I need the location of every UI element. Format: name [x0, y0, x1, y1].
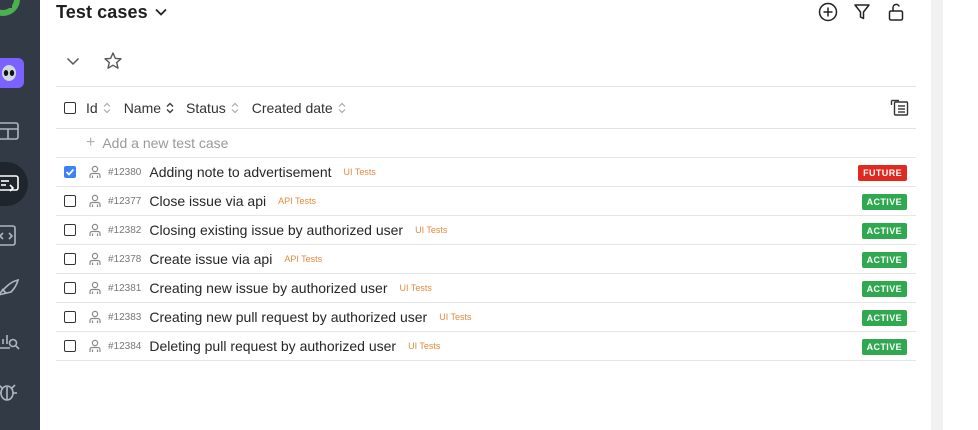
- code-test-icon[interactable]: [0, 224, 20, 246]
- side-nav: [0, 0, 40, 430]
- alien-avatar-icon[interactable]: [0, 58, 24, 88]
- case-id: #12382: [108, 224, 142, 236]
- column-status[interactable]: Status: [186, 100, 239, 116]
- manual-case-icon: [88, 281, 102, 295]
- column-name-label: Name: [123, 99, 162, 116]
- plus-icon: +: [86, 134, 96, 151]
- manual-case-icon: [88, 223, 102, 237]
- case-tag[interactable]: API Tests: [278, 196, 316, 206]
- table-row[interactable]: #12377 Close issue via api API Tests ACTIVE: [56, 187, 916, 216]
- column-name[interactable]: Name: [124, 100, 174, 116]
- table-header: Id Name Status Created date: [56, 86, 916, 129]
- row-checkbox[interactable]: [64, 340, 76, 352]
- unlock-icon[interactable]: [886, 1, 906, 23]
- filter-icon[interactable]: [852, 1, 872, 23]
- row-checkbox[interactable]: [64, 166, 76, 178]
- sort-icon: [103, 102, 111, 114]
- row-checkbox[interactable]: [64, 282, 76, 294]
- status-badge: ACTIVE: [861, 223, 907, 239]
- column-created-label: Created date: [251, 99, 333, 116]
- table-row[interactable]: #12380 Adding note to advertisement UI Tes…: [56, 158, 916, 187]
- table-row[interactable]: #12378 Create issue via api API Tests ACTIV…: [56, 245, 916, 274]
- row-checkbox[interactable]: [64, 195, 76, 207]
- manual-case-icon: [88, 194, 102, 208]
- case-tag[interactable]: UI Tests: [408, 341, 440, 351]
- status-badge: FUTURE: [858, 165, 907, 181]
- manual-case-icon: [88, 252, 102, 266]
- case-id: #12380: [108, 166, 142, 178]
- sort-icon: [231, 102, 239, 114]
- add-circle-icon[interactable]: [818, 1, 838, 23]
- select-all-checkbox[interactable]: [64, 101, 76, 114]
- column-status-label: Status: [186, 99, 226, 116]
- add-test-case-placeholder: Add a new test case: [102, 135, 229, 151]
- manual-case-icon: [88, 165, 102, 179]
- launch-rocket-icon[interactable]: [0, 277, 20, 299]
- test-cases-icon[interactable]: [0, 173, 20, 195]
- sort-icon: [338, 102, 346, 114]
- chevron-down-icon[interactable]: [154, 5, 168, 19]
- case-id: #12383: [108, 311, 142, 323]
- sort-icon: [166, 102, 174, 114]
- allure-logo-icon[interactable]: [0, 0, 20, 16]
- table-body: #12380 Adding note to advertisement UI Tes…: [56, 158, 916, 361]
- status-badge: ACTIVE: [861, 194, 907, 210]
- case-id: #12381: [108, 282, 142, 294]
- manual-case-icon: [88, 339, 102, 353]
- status-badge: ACTIVE: [861, 252, 907, 268]
- case-name[interactable]: Create issue via api: [149, 251, 272, 267]
- manual-case-icon: [88, 310, 102, 324]
- case-tag[interactable]: UI Tests: [344, 167, 376, 177]
- case-tag[interactable]: UI Tests: [415, 225, 447, 235]
- case-tag[interactable]: UI Tests: [400, 283, 432, 293]
- case-tag[interactable]: UI Tests: [439, 312, 471, 322]
- row-checkbox[interactable]: [64, 253, 76, 265]
- status-badge: ACTIVE: [861, 339, 907, 355]
- case-tag[interactable]: API Tests: [284, 254, 322, 264]
- list-toolbar: [62, 50, 124, 72]
- test-case-table: Id Name Status Created date + Add a new …: [56, 86, 916, 361]
- collapse-chevron-icon[interactable]: [62, 50, 84, 72]
- dashboard-icon[interactable]: [0, 120, 20, 142]
- status-badge: ACTIVE: [861, 281, 907, 297]
- column-id[interactable]: Id: [86, 100, 111, 116]
- bug-icon[interactable]: [0, 381, 20, 403]
- analytics-search-icon[interactable]: [0, 329, 20, 351]
- page-header: Test cases: [56, 0, 168, 24]
- case-name[interactable]: Closing existing issue by authorized use…: [149, 222, 403, 238]
- star-icon[interactable]: [102, 50, 124, 72]
- case-name[interactable]: Creating new pull request by authorized …: [149, 309, 427, 325]
- page-title: Test cases: [56, 1, 148, 22]
- case-name[interactable]: Deleting pull request by authorized user: [149, 338, 396, 354]
- add-test-case-row[interactable]: + Add a new test case: [56, 129, 916, 158]
- case-name[interactable]: Creating new issue by authorized user: [149, 280, 387, 296]
- vertical-scrollbar[interactable]: [931, 0, 943, 430]
- row-checkbox[interactable]: [64, 311, 76, 323]
- case-id: #12384: [108, 340, 142, 352]
- header-actions: [818, 0, 906, 24]
- case-name[interactable]: Adding note to advertisement: [149, 164, 331, 180]
- row-checkbox[interactable]: [64, 224, 76, 236]
- column-settings-icon[interactable]: [890, 98, 910, 118]
- case-name[interactable]: Close issue via api: [149, 193, 266, 209]
- case-id: #12378: [108, 253, 142, 265]
- column-id-label: Id: [86, 99, 98, 116]
- column-created-date[interactable]: Created date: [252, 100, 346, 116]
- table-row[interactable]: #12382 Closing existing issue by authoriz…: [56, 216, 916, 245]
- table-row[interactable]: #12383 Creating new pull request by autho…: [56, 303, 916, 332]
- table-row[interactable]: #12381 Creating new issue by authorized u…: [56, 274, 916, 303]
- case-id: #12377: [108, 195, 142, 207]
- status-badge: ACTIVE: [861, 310, 907, 326]
- table-row[interactable]: #12384 Deleting pull request by authorize…: [56, 332, 916, 361]
